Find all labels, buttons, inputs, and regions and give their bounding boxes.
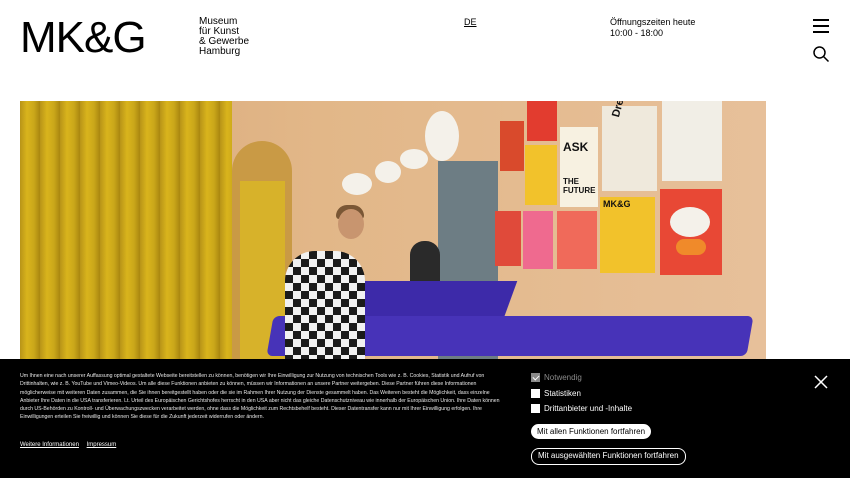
poster: Dressed — [602, 101, 657, 191]
poster — [523, 211, 553, 269]
checkbox-necessary — [531, 373, 540, 382]
close-icon[interactable] — [813, 374, 829, 390]
option-label: Notwendig — [544, 373, 582, 382]
cookie-banner: Um Ihnen eine nach unserer Auffassung op… — [0, 359, 850, 478]
poster — [527, 101, 557, 141]
more-info-link[interactable]: Weitere Informationen — [20, 442, 79, 448]
accept-selected-button[interactable]: Mit ausgewählten Funktionen fortfahren — [531, 448, 686, 465]
poster-text: Dressed — [610, 101, 633, 119]
option-label: Drittanbieter und -Inhalte — [544, 404, 633, 413]
museum-name: Museum für Kunst & Gewerbe Hamburg — [199, 17, 269, 57]
accept-all-button[interactable]: Mit allen Funktionen fortfahren — [531, 424, 652, 439]
logo[interactable]: MK&G — [20, 16, 147, 60]
poster — [557, 211, 597, 269]
opening-hours-value: 10:00 - 18:00 — [610, 28, 664, 38]
poster-text: THE FUTURE — [563, 177, 596, 195]
poster — [660, 189, 722, 275]
bench — [342, 281, 518, 321]
poster — [662, 101, 722, 181]
lamp — [400, 149, 428, 169]
cookie-text: Um Ihnen eine nach unserer Auffassung op… — [20, 373, 500, 421]
option-third-party[interactable]: Drittanbieter und -Inhalte — [531, 404, 632, 413]
cookie-links: Weitere Informationen Impressum — [20, 442, 122, 448]
option-statistics[interactable]: Statistiken — [531, 389, 581, 398]
poster — [525, 145, 557, 205]
language-switch[interactable]: DE — [464, 17, 477, 27]
lamp — [375, 161, 401, 183]
poster — [500, 121, 524, 171]
person — [285, 251, 365, 371]
checkbox-statistics[interactable] — [531, 389, 540, 398]
search-icon[interactable] — [812, 45, 830, 63]
checkbox-third-party[interactable] — [531, 404, 540, 413]
hero-image: ASK THE FUTURE Dressed MK&G — [20, 101, 766, 371]
option-necessary: Notwendig — [531, 373, 582, 382]
poster-text: MK&G — [603, 199, 631, 209]
poster: ASK THE FUTURE — [560, 127, 598, 207]
hamburger-menu-icon[interactable] — [813, 19, 829, 33]
poster: MK&G — [600, 197, 655, 273]
opening-hours: Öffnungszeiten heute 10:00 - 18:00 — [610, 17, 695, 39]
poster — [495, 211, 521, 266]
opening-hours-label: Öffnungszeiten heute — [610, 17, 696, 27]
museum-name-line: Hamburg — [199, 46, 241, 57]
lamp — [425, 111, 459, 161]
person — [410, 241, 440, 281]
lamp — [342, 173, 372, 195]
curtain — [20, 101, 232, 371]
option-label: Statistiken — [544, 389, 581, 398]
imprint-link[interactable]: Impressum — [87, 442, 117, 448]
person-head — [338, 209, 364, 239]
poster-text: ASK — [563, 140, 589, 154]
